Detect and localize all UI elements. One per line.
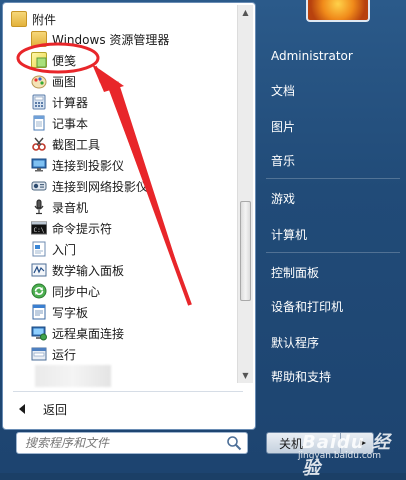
- program-item-calculator[interactable]: 计算器: [3, 92, 239, 112]
- blurred-item: [35, 365, 111, 387]
- program-item-notepad[interactable]: 记事本: [3, 113, 239, 133]
- program-item-snipping-tool[interactable]: 截图工具: [3, 134, 239, 154]
- right-item-label: 帮助和支持: [271, 369, 332, 384]
- program-item-cmd[interactable]: C:\ 命令提示符: [3, 218, 239, 238]
- scroll-down-arrow-icon[interactable]: ▼: [238, 368, 253, 383]
- right-item-games[interactable]: 游戏: [266, 186, 402, 210]
- snipping-tool-icon: [31, 136, 47, 152]
- folder-open-icon: [11, 11, 27, 27]
- sticky-notes-icon: [31, 52, 47, 68]
- program-item-explorer[interactable]: Windows 资源管理器: [3, 29, 239, 49]
- scroll-up-arrow-icon[interactable]: ▲: [238, 5, 253, 20]
- right-item-label: 音乐: [271, 153, 296, 168]
- right-item-label: 游戏: [271, 191, 296, 206]
- programs-pane: 附件 Windows 资源管理器 便笺 画图 计算器 记事本 截图工具 连接到投…: [2, 2, 256, 430]
- program-label: 入门: [52, 242, 77, 257]
- program-item-run[interactable]: 运行: [3, 344, 239, 364]
- right-item-documents[interactable]: 文档: [266, 78, 402, 102]
- program-label: 运行: [52, 347, 77, 362]
- program-item-remote-desktop[interactable]: 远程桌面连接: [3, 323, 239, 343]
- program-label: 画图: [52, 74, 77, 89]
- user-picture[interactable]: [306, 0, 370, 22]
- program-label: 远程桌面连接: [52, 326, 125, 341]
- start-menu: 附件 Windows 资源管理器 便笺 画图 计算器 记事本 截图工具 连接到投…: [0, 0, 406, 479]
- right-item-default-programs[interactable]: 默认程序: [266, 330, 402, 354]
- program-list: 附件 Windows 资源管理器 便笺 画图 计算器 记事本 截图工具 连接到投…: [3, 3, 239, 387]
- calculator-icon: [31, 94, 47, 110]
- right-item-label: 图片: [271, 119, 296, 134]
- program-label: 截图工具: [52, 137, 101, 152]
- microphone-icon: [31, 199, 47, 215]
- back-label: 返回: [43, 402, 68, 417]
- math-panel-icon: [31, 262, 47, 278]
- program-item-accessories[interactable]: 附件: [3, 9, 239, 29]
- right-item-pictures[interactable]: 图片: [266, 114, 402, 138]
- right-item-label: Administrator: [271, 49, 353, 63]
- program-label: 连接到投影仪: [52, 158, 125, 173]
- search-icon[interactable]: [225, 434, 243, 452]
- remote-desktop-icon: [31, 325, 47, 341]
- program-list-scrollbar[interactable]: ▲ ▼: [237, 5, 253, 383]
- program-item-network-projector[interactable]: 连接到网络投影仪: [3, 176, 239, 196]
- program-label: 记事本: [52, 116, 89, 131]
- right-item-label: 默认程序: [271, 335, 320, 350]
- program-label: 数学输入面板: [52, 263, 125, 278]
- right-item-music[interactable]: 音乐: [266, 148, 402, 172]
- folder-icon: [31, 31, 47, 47]
- program-label: 命令提示符: [52, 221, 113, 236]
- getting-started-icon: [31, 241, 47, 257]
- right-item-label: 计算机: [271, 227, 308, 242]
- projector-icon: [31, 157, 47, 173]
- program-item-getting-started[interactable]: 入门: [3, 239, 239, 259]
- scroll-thumb[interactable]: [240, 201, 251, 301]
- search-input[interactable]: [17, 435, 225, 451]
- program-item-sound-recorder[interactable]: 录音机: [3, 197, 239, 217]
- right-item-help-support[interactable]: 帮助和支持: [266, 364, 402, 388]
- cmd-icon: C:\: [31, 220, 47, 236]
- right-item-devices-printers[interactable]: 设备和打印机: [266, 294, 402, 318]
- right-item-label: 文档: [271, 83, 296, 98]
- shutdown-label: 关机: [279, 436, 304, 451]
- back-arrow-icon: [19, 404, 25, 414]
- right-item-computer[interactable]: 计算机: [266, 222, 402, 246]
- program-label: 便笺: [52, 53, 77, 68]
- wordpad-icon: [31, 304, 47, 320]
- sync-icon: [31, 283, 47, 299]
- search-box[interactable]: [16, 432, 248, 454]
- right-item-label: 设备和打印机: [271, 299, 344, 314]
- back-button[interactable]: 返回: [3, 399, 253, 419]
- right-item-label: 控制面板: [271, 265, 320, 280]
- program-label: 连接到网络投影仪: [52, 179, 149, 194]
- program-item-wordpad[interactable]: 写字板: [3, 302, 239, 322]
- notepad-icon: [31, 115, 47, 131]
- right-item-administrator[interactable]: Administrator: [266, 44, 402, 68]
- program-label: 写字板: [52, 305, 89, 320]
- program-label: Windows 资源管理器: [52, 32, 170, 47]
- program-item-math-input[interactable]: 数学输入面板: [3, 260, 239, 280]
- program-label: 附件: [32, 12, 57, 27]
- divider: [13, 391, 243, 392]
- program-label: 同步中心: [52, 284, 101, 299]
- paint-icon: [31, 73, 47, 89]
- svg-text:C:\: C:\: [34, 227, 45, 234]
- watermark-url: jingyan.baidu.com: [298, 451, 382, 461]
- program-item-projector[interactable]: 连接到投影仪: [3, 155, 239, 175]
- run-icon: [31, 346, 47, 362]
- program-item-sticky-notes[interactable]: 便笺: [3, 50, 239, 70]
- program-label: 录音机: [52, 200, 89, 215]
- places-pane: Administrator 文档 图片 音乐 游戏 计算机 控制面板 设备和打印…: [258, 0, 406, 473]
- program-label: 计算器: [52, 95, 89, 110]
- right-item-control-panel[interactable]: 控制面板: [266, 260, 402, 284]
- program-item-paint[interactable]: 画图: [3, 71, 239, 91]
- program-item-sync-center[interactable]: 同步中心: [3, 281, 239, 301]
- network-projector-icon: [31, 178, 47, 194]
- separator: [266, 178, 400, 179]
- separator: [266, 252, 400, 253]
